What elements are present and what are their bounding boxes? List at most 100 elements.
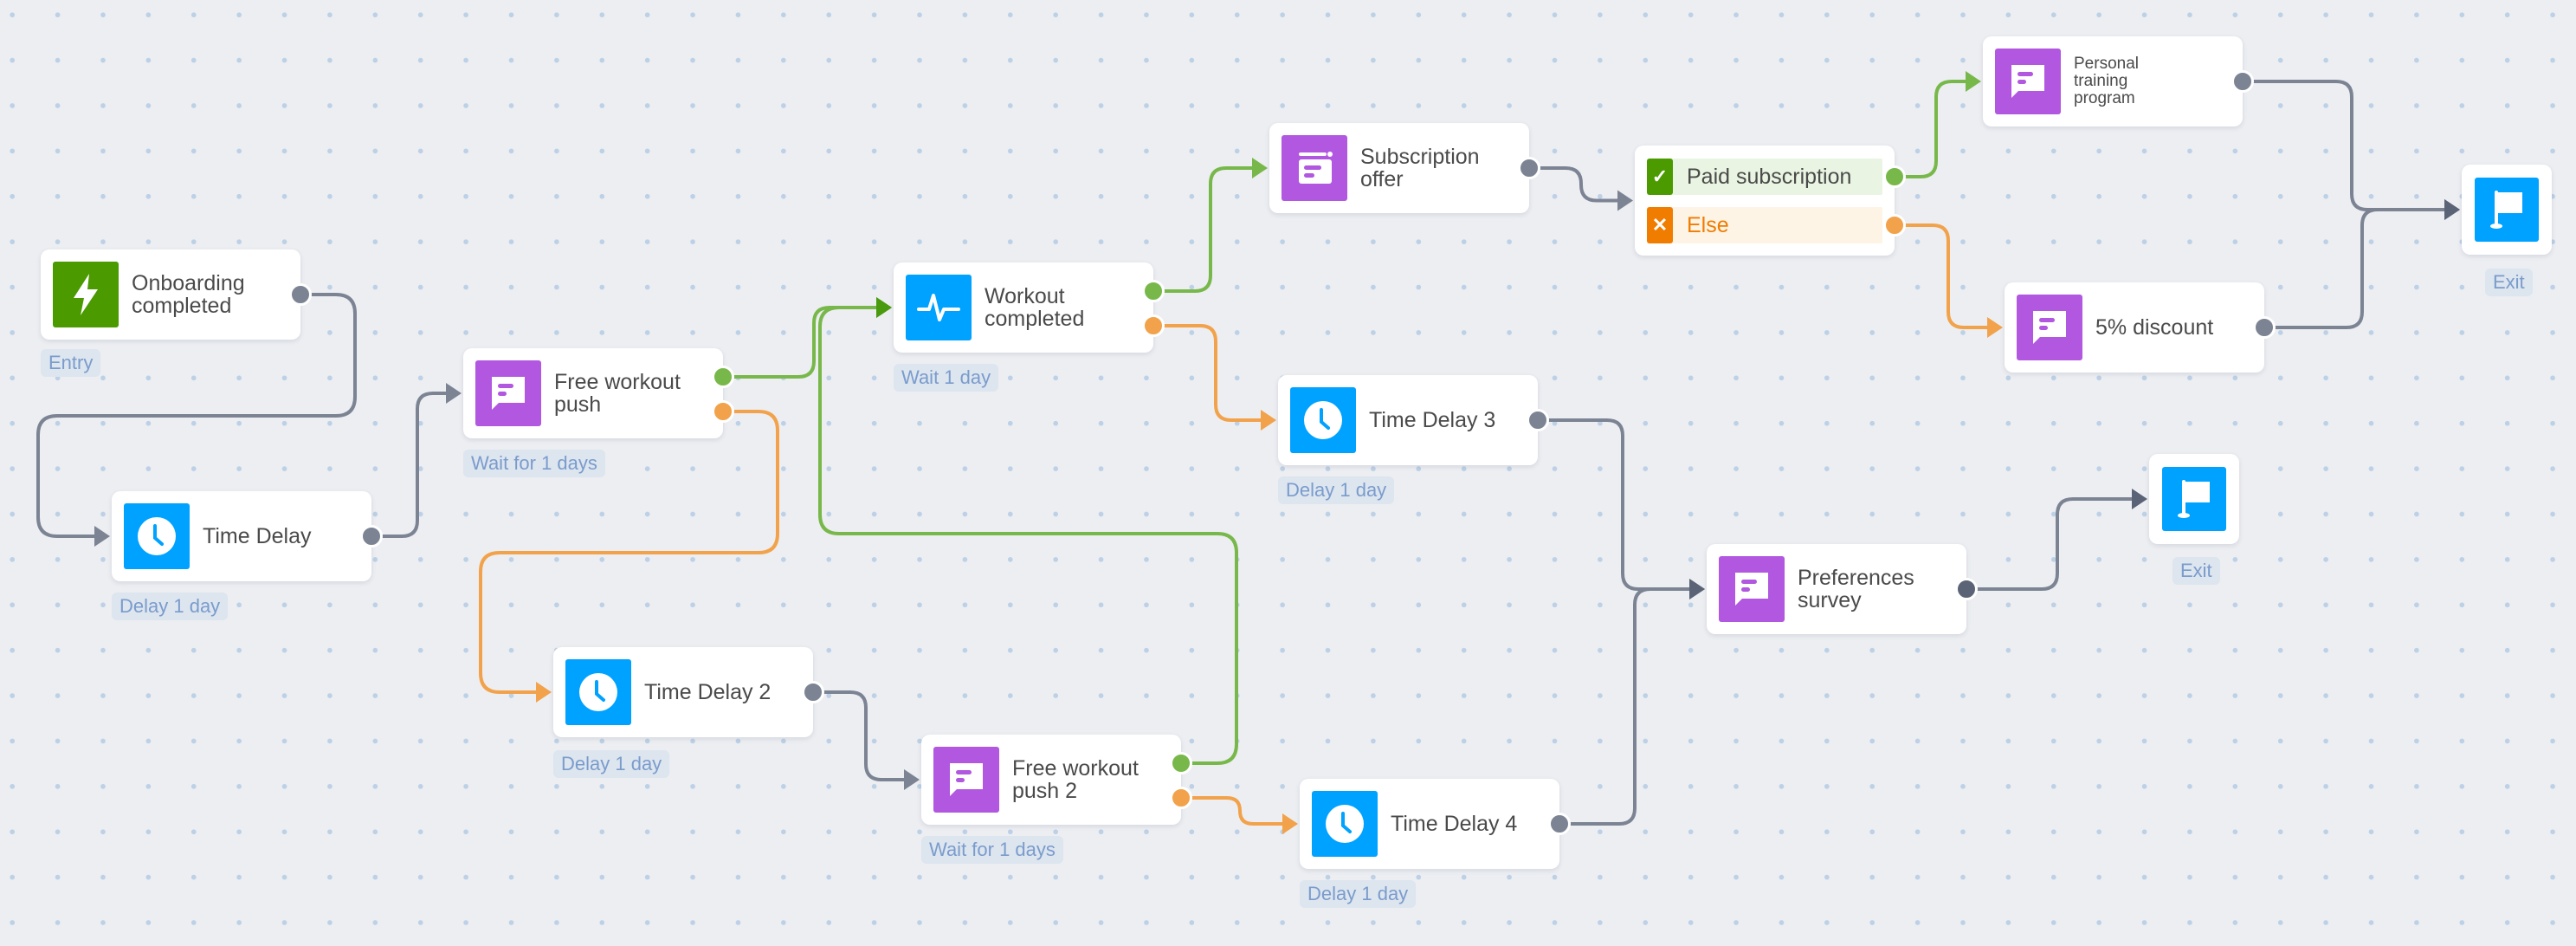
node-exit[interactable] [2462, 165, 2552, 255]
yes-output-port[interactable] [1883, 165, 1906, 188]
message-icon [475, 360, 541, 426]
node-condition-split[interactable]: ✓ Paid subscription ✕ Else [1635, 146, 1906, 256]
edge-delay1-to-push1[interactable] [373, 392, 448, 538]
arrowhead-workout [876, 297, 892, 318]
message-icon [1719, 556, 1785, 622]
arrowhead-exit2 [2132, 489, 2147, 509]
clock-icon [565, 659, 631, 725]
output-port[interactable] [1527, 409, 1549, 431]
output-port[interactable] [2253, 316, 2276, 339]
entry-badge: Entry [41, 349, 101, 377]
arrowhead-exit1 [2444, 199, 2460, 220]
branch-label: Else [1687, 212, 1729, 237]
edge-cond-to-personal[interactable] [1896, 80, 1967, 178]
node-title: Free workout push [554, 370, 681, 417]
node-title: Free workout push 2 [1012, 756, 1139, 803]
output-port[interactable] [2231, 70, 2254, 93]
node-time-delay[interactable]: Time Delay [112, 491, 383, 581]
message-icon [1995, 49, 2061, 114]
edge-sub-to-cond[interactable] [1531, 166, 1619, 203]
node-time-delay-3[interactable]: Time Delay 3 [1278, 375, 1549, 465]
wait-badge: Wait 1 day [894, 364, 999, 392]
no-output-port[interactable] [1142, 314, 1165, 337]
node-personal-training-program[interactable]: Personal training program [1983, 36, 2254, 126]
message-icon [2017, 295, 2082, 360]
delay-badge: Delay 1 day [553, 750, 670, 778]
arrowhead-delay2 [536, 682, 552, 703]
arrowhead-survey [1689, 579, 1705, 599]
message-icon [933, 747, 999, 813]
arrowhead-sub [1252, 158, 1268, 178]
arrowhead-survey [1689, 579, 1705, 599]
edge-push2-to-workout[interactable] [818, 306, 1238, 765]
exit-badge: Exit [2485, 269, 2533, 296]
edge-workout-to-delay3[interactable] [1155, 324, 1262, 422]
arrowhead-push1 [446, 383, 462, 404]
node-free-workout-push[interactable]: Free workout push [463, 348, 734, 438]
delay-badge: Delay 1 day [1278, 476, 1395, 504]
edge-delay2-to-push2[interactable] [815, 690, 906, 781]
no-output-port[interactable] [1883, 214, 1906, 236]
node-5-percent-discount[interactable]: 5% discount [2005, 282, 2276, 373]
check-icon: ✓ [1647, 159, 1673, 195]
wait-badge: Wait for 1 days [921, 836, 1063, 864]
edge-push1-to-workout[interactable] [725, 306, 878, 379]
x-icon: ✕ [1647, 207, 1673, 243]
edge-delay3-to-survey[interactable] [1540, 418, 1691, 591]
node-exit[interactable] [2149, 454, 2239, 544]
node-free-workout-push-2[interactable]: Free workout push 2 [921, 735, 1192, 825]
no-output-port[interactable] [1170, 787, 1192, 809]
output-port[interactable] [360, 525, 383, 548]
exit-badge: Exit [2172, 557, 2220, 585]
edge-delay4-to-survey[interactable] [1561, 587, 1691, 826]
output-port[interactable] [1518, 157, 1540, 179]
no-output-port[interactable] [712, 400, 734, 423]
yes-output-port[interactable] [1170, 752, 1192, 774]
node-title: Preferences survey [1798, 566, 1914, 612]
output-port[interactable] [1955, 578, 1978, 600]
branch-else[interactable]: ✕ Else [1647, 207, 1882, 243]
edge-discount-to-exit1[interactable] [2266, 208, 2446, 329]
edge-workout-to-sub[interactable] [1155, 166, 1254, 293]
node-title: Workout completed [985, 284, 1085, 331]
arrowhead-delay1 [94, 526, 110, 547]
node-title: Time Delay [203, 524, 312, 548]
offer-card-icon [1282, 135, 1347, 201]
node-title: 5% discount [2095, 315, 2214, 340]
arrowhead-exit1 [2444, 199, 2460, 220]
arrowhead-delay3 [1261, 410, 1276, 431]
edge-cond-to-discount[interactable] [1896, 224, 1989, 329]
node-time-delay-2[interactable]: Time Delay 2 [553, 647, 824, 737]
branch-label: Paid subscription [1687, 164, 1852, 189]
yes-output-port[interactable] [1142, 280, 1165, 302]
clock-icon [1290, 387, 1356, 453]
node-onboarding-completed[interactable]: Onboarding completed [41, 249, 312, 340]
clock-icon [1312, 791, 1378, 857]
node-title: Time Delay 4 [1391, 812, 1518, 836]
lightning-icon [53, 262, 119, 327]
node-title: Personal training program [2074, 55, 2139, 107]
node-subscription-offer[interactable]: Subscription offer [1269, 123, 1540, 213]
node-preferences-survey[interactable]: Preferences survey [1707, 544, 1978, 634]
arrowhead-push2 [904, 769, 920, 790]
node-title: Onboarding completed [132, 271, 245, 318]
flag-icon [2475, 178, 2539, 242]
node-title: Subscription offer [1360, 145, 1480, 191]
clock-icon [124, 503, 190, 569]
arrowhead-workout [876, 297, 892, 318]
yes-output-port[interactable] [712, 366, 734, 388]
branch-paid-subscription[interactable]: ✓ Paid subscription [1647, 159, 1882, 195]
edge-personal-to-exit1[interactable] [2244, 80, 2446, 211]
edge-survey-to-exit2[interactable] [1968, 497, 2134, 591]
arrowhead-delay4 [1282, 813, 1298, 834]
node-time-delay-4[interactable]: Time Delay 4 [1300, 779, 1571, 869]
delay-badge: Delay 1 day [1300, 880, 1417, 908]
output-port[interactable] [802, 681, 824, 703]
arrowhead-personal [1966, 71, 1981, 92]
node-title: Time Delay 3 [1369, 408, 1496, 432]
output-port[interactable] [1548, 813, 1571, 835]
node-workout-completed[interactable]: Workout completed [894, 262, 1165, 353]
flag-icon [2162, 467, 2226, 531]
output-port[interactable] [289, 283, 312, 306]
edge-push2-to-delay4[interactable] [1183, 796, 1284, 826]
